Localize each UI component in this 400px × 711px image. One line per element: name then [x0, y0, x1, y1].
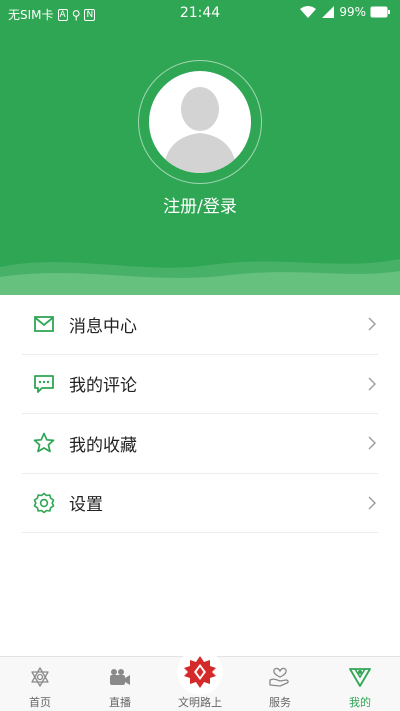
- tab-live[interactable]: 直播: [80, 657, 160, 711]
- service-icon: [267, 665, 293, 689]
- bottom-tabbar: 首页 直播 文明路上 服务 我的: [0, 649, 400, 711]
- gear-icon: [32, 491, 56, 515]
- tab-label: 首页: [29, 696, 51, 709]
- menu-item-label: 我的评论: [69, 376, 137, 397]
- civilization-logo-icon: [177, 649, 223, 695]
- tab-label: 我的: [349, 696, 371, 709]
- chevron-right-icon: [368, 436, 376, 450]
- mine-icon: [347, 665, 373, 689]
- mail-icon: [32, 312, 56, 336]
- chevron-right-icon: [368, 377, 376, 391]
- header-wave: [0, 259, 400, 295]
- menu-item-label: 设置: [69, 495, 103, 516]
- menu-item-messages[interactable]: 消息中心: [22, 295, 378, 355]
- battery-icon: [370, 6, 390, 18]
- tab-label: 文明路上: [178, 696, 222, 709]
- comment-icon: [32, 372, 56, 396]
- profile-menu: 消息中心 我的评论 我的收藏 设置: [22, 295, 378, 533]
- star-icon: [32, 431, 56, 455]
- default-avatar-icon: [163, 87, 237, 173]
- tab-mine[interactable]: 我的: [320, 657, 400, 711]
- status-bar: 无SIM卡 A ⚲ N 21:44 99%: [0, 0, 400, 28]
- tab-home[interactable]: 首页: [0, 657, 80, 711]
- status-right: 99%: [299, 5, 390, 19]
- tab-civilization[interactable]: 文明路上: [160, 649, 240, 711]
- chevron-right-icon: [368, 496, 376, 510]
- wifi-icon: [300, 6, 317, 18]
- avatar[interactable]: [149, 71, 251, 173]
- chevron-right-icon: [368, 317, 376, 331]
- menu-item-settings[interactable]: 设置: [22, 474, 378, 533]
- battery-text: 99%: [339, 5, 366, 19]
- menu-item-label: 我的收藏: [69, 435, 137, 456]
- menu-item-comments[interactable]: 我的评论: [22, 355, 378, 414]
- tab-label: 服务: [269, 696, 291, 709]
- profile-header: 无SIM卡 A ⚲ N 21:44 99% 注册/登录: [0, 0, 400, 295]
- home-icon: [27, 665, 53, 689]
- menu-item-favorites[interactable]: 我的收藏: [22, 414, 378, 474]
- menu-item-label: 消息中心: [69, 316, 137, 337]
- live-icon: [107, 665, 133, 689]
- tab-label: 直播: [109, 696, 131, 709]
- login-register-link[interactable]: 注册/登录: [0, 192, 400, 217]
- tab-service[interactable]: 服务: [240, 657, 320, 711]
- signal-icon: [322, 6, 335, 18]
- avatar-ring[interactable]: [138, 60, 262, 184]
